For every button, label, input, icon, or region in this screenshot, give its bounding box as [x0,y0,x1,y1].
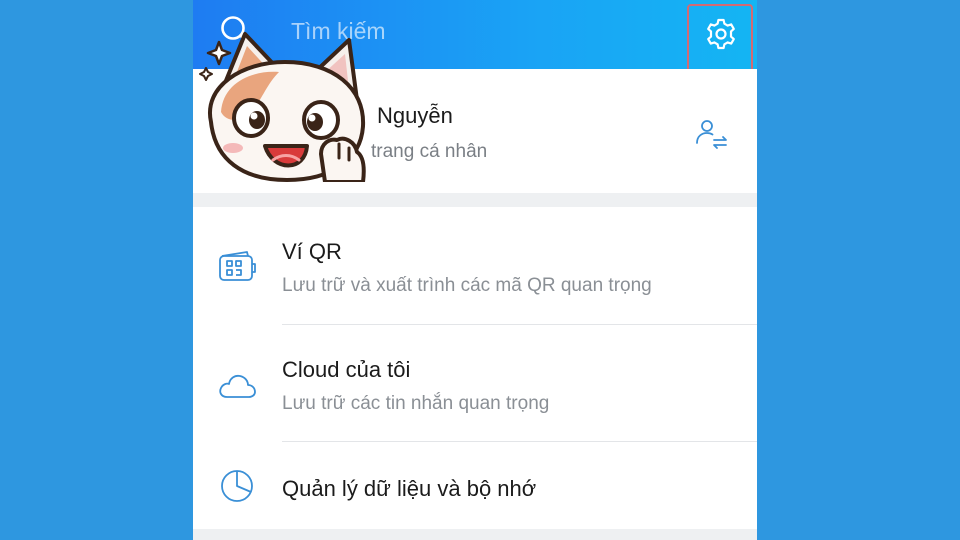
list-item-my-cloud[interactable]: Cloud của tôi Lưu trữ các tin nhắn quan … [193,325,757,442]
phone-screen: Tìm kiếm Nguyễn trang cá nhân Ví QR Lưu … [193,0,757,540]
cat-sticker-image [199,32,366,182]
menu-list: Ví QR Lưu trữ và xuất trình các mã QR qu… [193,207,757,529]
list-item-data-storage[interactable]: Quản lý dữ liệu và bộ nhớ [193,442,757,529]
item-subtitle: Lưu trữ các tin nhắn quan trọng [282,393,550,414]
item-title: Cloud của tôi [282,357,411,382]
profile-name: Nguyễn [377,103,453,128]
settings-button[interactable] [687,4,753,74]
item-title: Ví QR [282,239,342,264]
item-subtitle: Lưu trữ và xuất trình các mã QR quan trọ… [282,275,652,296]
pie-chart-icon [221,470,253,502]
view-profile-link[interactable]: trang cá nhân [371,141,487,163]
gear-icon [707,18,735,50]
item-title: Quản lý dữ liệu và bộ nhớ [282,476,537,501]
qr-wallet-icon [219,251,256,281]
list-item-qr-wallet[interactable]: Ví QR Lưu trữ và xuất trình các mã QR qu… [193,207,757,325]
cloud-icon [219,374,256,398]
switch-account-icon[interactable] [693,117,729,153]
